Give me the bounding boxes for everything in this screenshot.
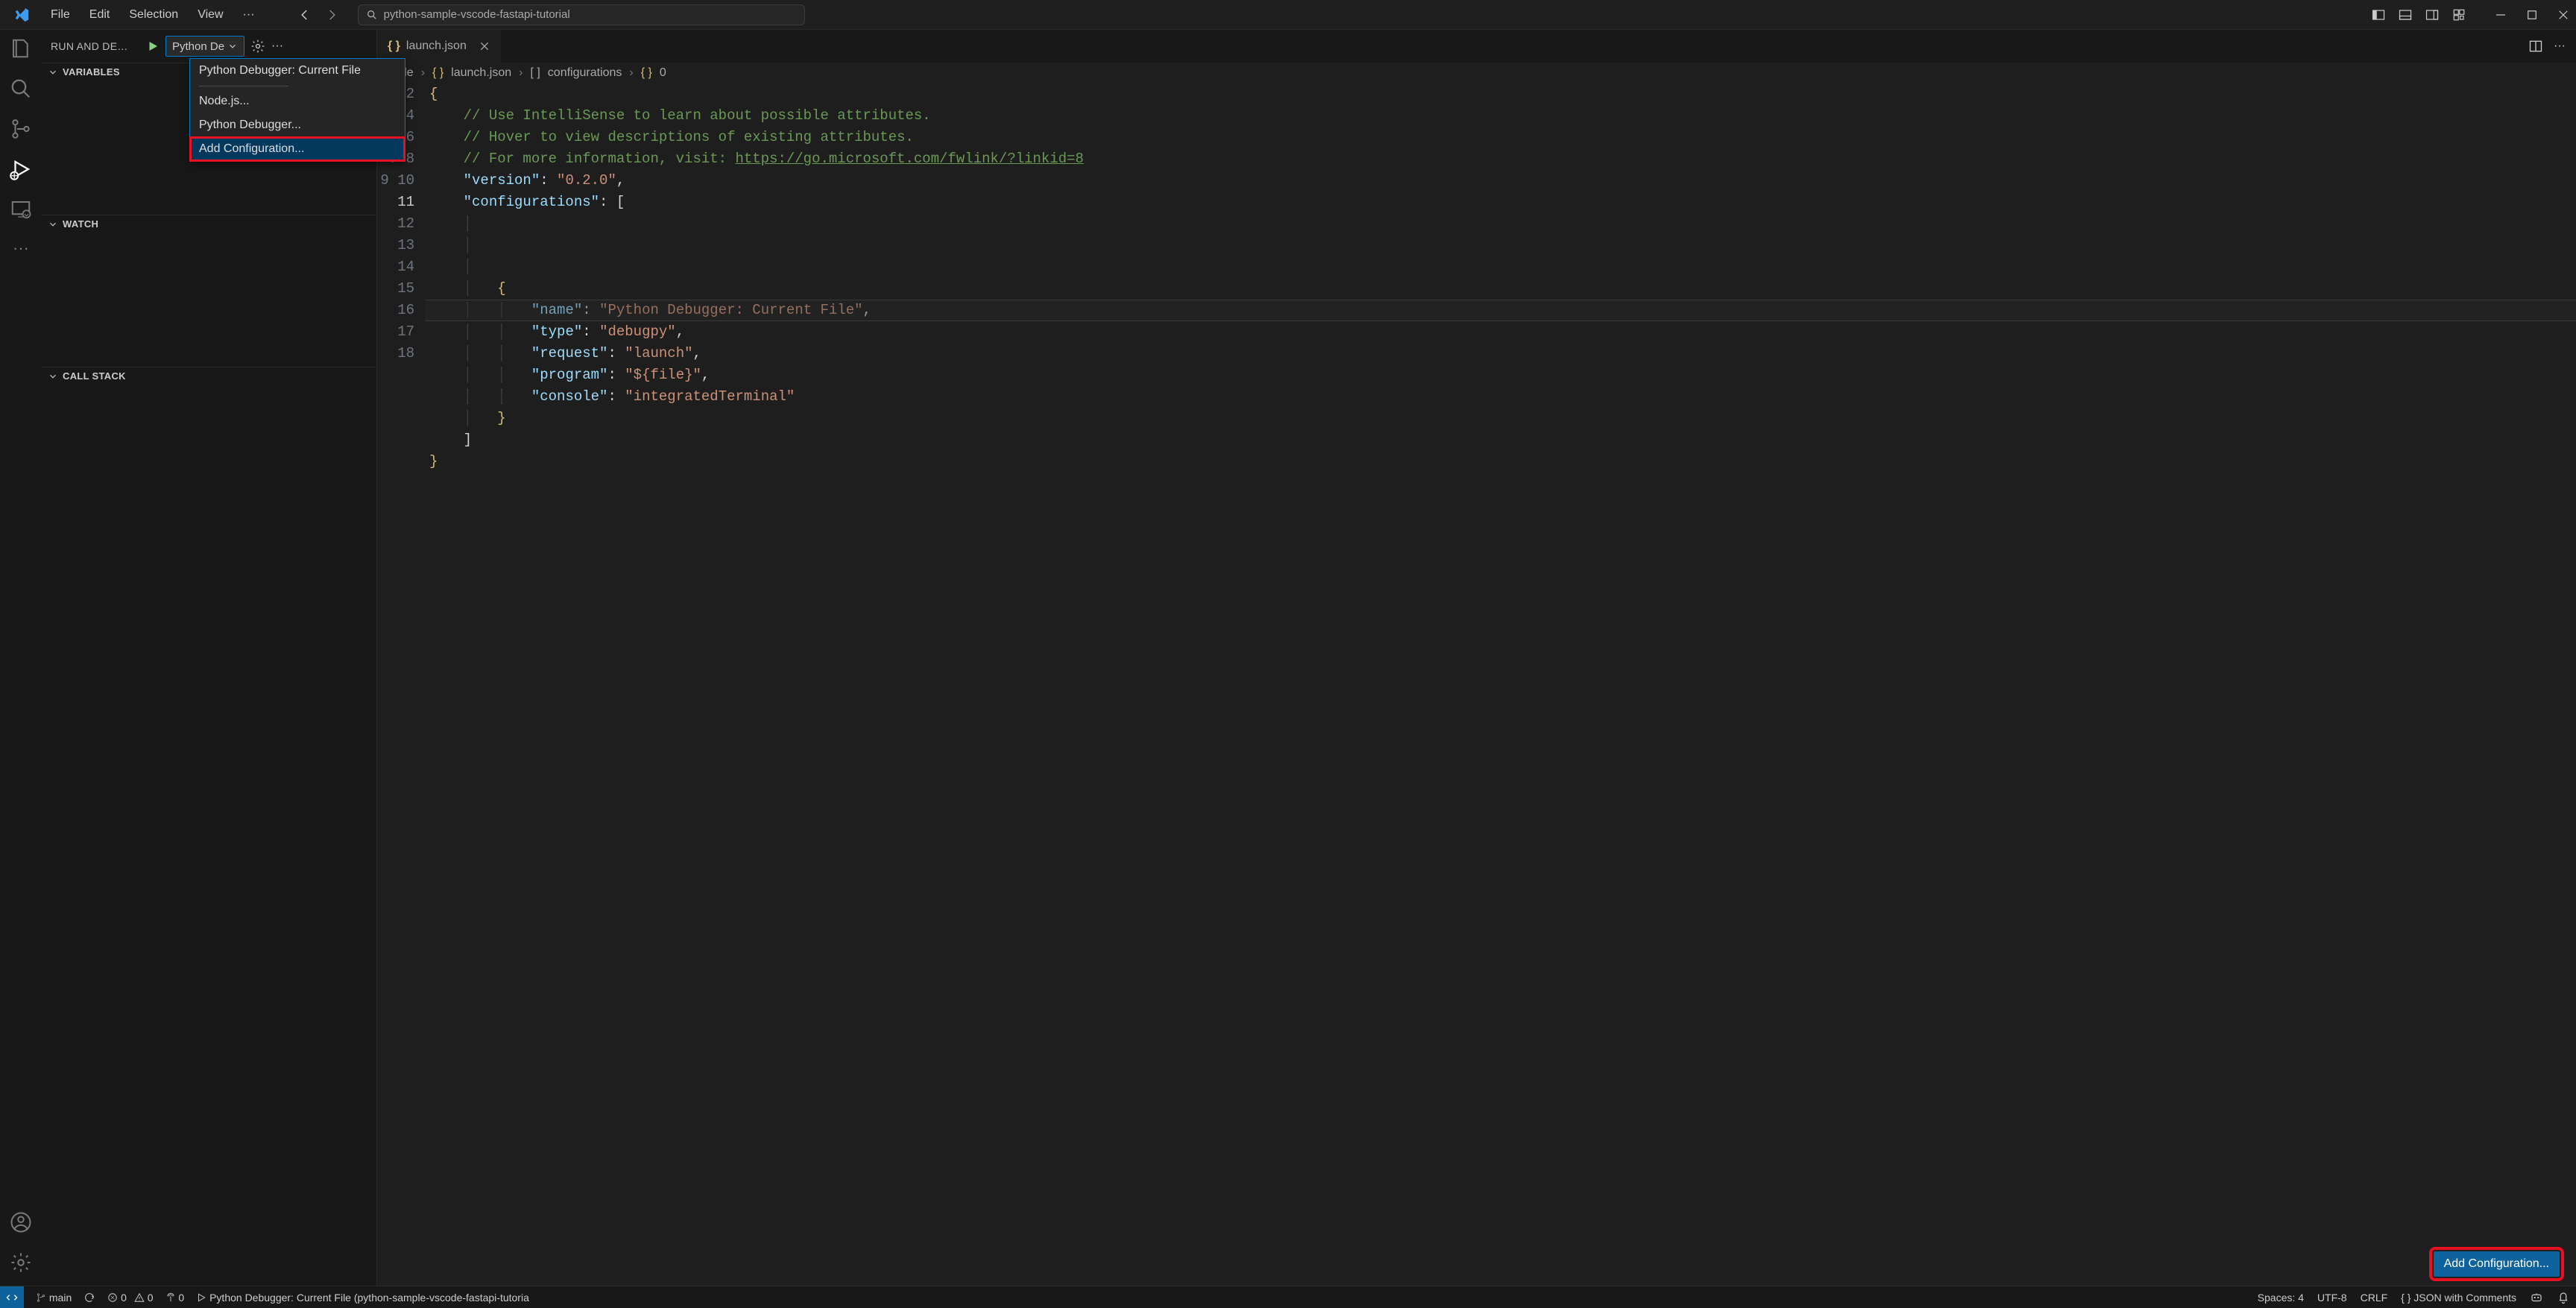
window-minimize-icon[interactable] [2494, 8, 2507, 22]
search-icon[interactable] [10, 78, 32, 100]
git-branch-icon [36, 1292, 46, 1303]
settings-gear-icon[interactable] [10, 1251, 32, 1274]
layout-customize-icon[interactable] [2452, 8, 2466, 22]
nav-forward-icon[interactable] [325, 8, 338, 22]
sync-icon[interactable] [83, 1292, 95, 1304]
menu-bar: File Edit Selection View ··· [42, 5, 264, 25]
menu-edit[interactable]: Edit [80, 5, 119, 25]
layout-sidebar-right-icon[interactable] [2425, 8, 2439, 22]
title-bar: File Edit Selection View ··· python-samp… [0, 0, 2576, 30]
status-spaces[interactable]: Spaces: 4 [2258, 1292, 2304, 1304]
activity-bar: ··· [0, 30, 42, 1286]
layout-sidebar-left-icon[interactable] [2372, 8, 2385, 22]
debug-config-select[interactable]: Python De [165, 36, 244, 57]
status-debug-config[interactable]: Python Debugger: Current File (python-sa… [196, 1292, 529, 1304]
start-debug-icon[interactable] [146, 40, 160, 53]
run-debug-sidebar: RUN AND DE… Python De ··· Python Debugge… [42, 30, 377, 1286]
menu-file[interactable]: File [42, 5, 79, 25]
remote-explorer-icon[interactable] [10, 198, 32, 221]
radio-tower-icon [165, 1292, 176, 1303]
code-lines[interactable]: { // Use IntelliSense to learn about pos… [429, 83, 2576, 1286]
tab-row: { } launch.json ··· [377, 30, 2576, 63]
add-configuration-button[interactable]: Add Configuration... [2434, 1251, 2560, 1277]
line-gutter: 1 2 3 4 5 6 7 8 9 10 11 12 13 14 15 16 1… [377, 83, 429, 1286]
breadcrumb-index[interactable]: 0 [660, 66, 666, 80]
debug-settings-gear-icon[interactable] [250, 39, 265, 54]
breadcrumb[interactable]: code › { } launch.json › [ ] configurati… [377, 63, 2576, 83]
code-editor[interactable]: 1 2 3 4 5 6 7 8 9 10 11 12 13 14 15 16 1… [377, 83, 2576, 1286]
section-callstack-label: Call Stack [63, 370, 126, 382]
menu-more-icon[interactable]: ··· [234, 5, 264, 25]
breadcrumb-configurations[interactable]: configurations [548, 66, 622, 80]
status-bar: main 0 0 0 Python Debugger: Current File… [0, 1286, 2576, 1308]
dropdown-item-python-debugger[interactable]: Python Debugger... [190, 113, 405, 137]
nav-back-icon[interactable] [298, 8, 312, 22]
chevron-down-icon [48, 219, 58, 230]
status-eol[interactable]: CRLF [2361, 1292, 2388, 1304]
tab-filename: launch.json [406, 40, 467, 53]
chevron-right-icon: › [519, 66, 523, 80]
section-callstack-header[interactable]: Call Stack [42, 367, 376, 385]
debug-config-dropdown: Python Debugger: Current File Node.js...… [189, 58, 405, 162]
remote-indicator-icon[interactable] [0, 1286, 24, 1308]
chevron-right-icon: › [629, 66, 633, 80]
section-watch-label: Watch [63, 218, 98, 230]
dropdown-item-nodejs[interactable]: Node.js... [190, 89, 405, 113]
debug-config-selected-label: Python De [172, 40, 224, 53]
section-watch-header[interactable]: Watch [42, 215, 376, 233]
activity-more-icon[interactable]: ··· [10, 238, 32, 261]
copilot-icon[interactable] [2530, 1291, 2543, 1304]
split-editor-icon[interactable] [2528, 39, 2543, 54]
bell-icon[interactable] [2557, 1291, 2570, 1304]
breadcrumb-file[interactable]: launch.json [451, 66, 511, 80]
accounts-icon[interactable] [10, 1211, 32, 1233]
window-close-icon[interactable] [2557, 8, 2570, 22]
source-control-icon[interactable] [10, 118, 32, 140]
search-placeholder: python-sample-vscode-fastapi-tutorial [384, 8, 570, 21]
window-maximize-icon[interactable] [2525, 8, 2539, 22]
dropdown-item-add-configuration[interactable]: Add Configuration... [190, 137, 405, 161]
chevron-down-icon [48, 67, 58, 78]
menu-view[interactable]: View [189, 5, 232, 25]
vscode-logo-icon [13, 7, 30, 23]
chevron-down-icon [227, 41, 238, 51]
explorer-icon[interactable] [10, 37, 32, 60]
editor-area: { } launch.json ··· code › { } launch.js… [377, 30, 2576, 1286]
debug-more-icon[interactable]: ··· [271, 40, 283, 53]
json-file-icon: { } [388, 40, 400, 53]
menu-selection[interactable]: Selection [120, 5, 187, 25]
editor-more-icon[interactable]: ··· [2554, 40, 2566, 53]
json-file-icon: { } [432, 66, 443, 80]
section-variables-label: Variables [63, 66, 120, 78]
error-icon [107, 1292, 118, 1303]
sidebar-title: RUN AND DE… [51, 40, 140, 52]
dropdown-item-current[interactable]: Python Debugger: Current File [190, 59, 405, 83]
status-problems[interactable]: 0 0 [107, 1292, 153, 1304]
status-ports[interactable]: 0 [165, 1292, 185, 1304]
search-icon [366, 9, 378, 21]
status-encoding[interactable]: UTF-8 [2317, 1292, 2347, 1304]
status-branch[interactable]: main [36, 1292, 72, 1304]
debug-alt-icon [196, 1292, 206, 1303]
array-icon: [ ] [530, 66, 540, 80]
object-icon: { } [641, 66, 652, 80]
close-tab-icon[interactable] [479, 40, 490, 52]
run-debug-icon[interactable] [10, 158, 32, 180]
chevron-right-icon: › [421, 66, 425, 80]
status-language[interactable]: { } JSON with Comments [2401, 1292, 2516, 1304]
command-center-search[interactable]: python-sample-vscode-fastapi-tutorial [358, 4, 805, 25]
layout-panel-icon[interactable] [2399, 8, 2412, 22]
chevron-down-icon [48, 371, 58, 382]
warning-icon [134, 1292, 145, 1303]
